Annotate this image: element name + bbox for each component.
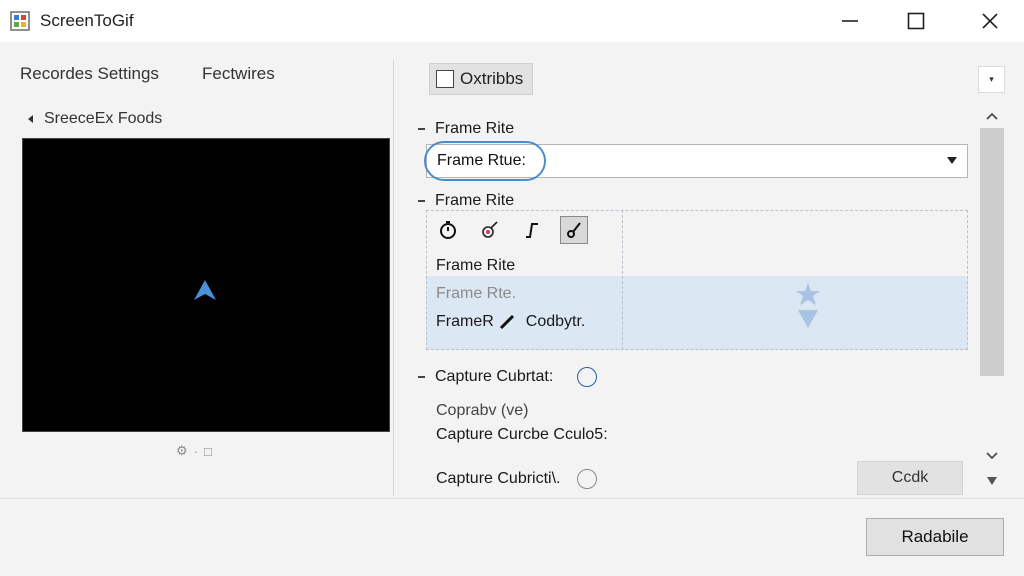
maximize-button[interactable] bbox=[884, 0, 948, 42]
breadcrumb-label: SreeceEx Foods bbox=[44, 110, 163, 127]
secondary-button[interactable]: Ccdk bbox=[857, 461, 963, 495]
app-logo-icon bbox=[10, 11, 30, 31]
triangle-down-icon bbox=[987, 477, 997, 485]
curve-icon bbox=[526, 223, 538, 238]
pencil-icon bbox=[499, 314, 514, 330]
footer-divider bbox=[0, 498, 1024, 499]
preview-toolbar: ⚙ · □ bbox=[176, 443, 212, 459]
options-dropdown-button[interactable]: ▾ bbox=[978, 66, 1005, 93]
chevron-up-icon bbox=[986, 112, 998, 120]
timer-button[interactable] bbox=[434, 216, 462, 244]
tab-recorder-settings[interactable]: Recordes Settings bbox=[20, 64, 159, 84]
color-icon bbox=[482, 221, 498, 238]
scrollbar-thumb[interactable] bbox=[980, 128, 1004, 376]
title-bar: ScreenToGif bbox=[0, 0, 1024, 42]
dropdown-arrow-icon bbox=[947, 157, 957, 164]
minimize-icon bbox=[842, 20, 858, 22]
pen-icon bbox=[567, 222, 581, 238]
options-checkbox[interactable]: Oxtribbs bbox=[429, 63, 533, 95]
section-title-text: Frame Rite bbox=[435, 192, 515, 209]
timer-icon bbox=[440, 221, 456, 239]
close-icon bbox=[982, 13, 998, 29]
capture-radio-2[interactable] bbox=[576, 469, 597, 489]
preview-frame-icon[interactable]: □ bbox=[204, 444, 212, 459]
tool-buttons bbox=[434, 216, 588, 244]
preview-separator: · bbox=[193, 443, 198, 459]
close-button[interactable] bbox=[958, 0, 1022, 42]
scroll-up-button[interactable] bbox=[984, 108, 1000, 124]
collapse-icon bbox=[418, 376, 425, 378]
pen-button[interactable] bbox=[560, 216, 588, 244]
section-title-frame-rate[interactable]: Frame Rite bbox=[418, 120, 514, 138]
maximize-icon bbox=[907, 12, 925, 30]
section-title-text: Frame Rite bbox=[435, 120, 515, 137]
capture-radio[interactable] bbox=[577, 367, 598, 387]
section-title-text: Capture Cubrtat: bbox=[435, 368, 554, 385]
option-frame-label: FrameR bbox=[436, 313, 494, 330]
option-frame-row[interactable]: FrameR Codbytr. bbox=[436, 313, 585, 331]
collapse-icon bbox=[418, 200, 425, 202]
curve-button[interactable] bbox=[518, 216, 546, 244]
minimize-button[interactable] bbox=[818, 0, 882, 42]
option-frame-rate-disabled: Frame Rte. bbox=[436, 285, 517, 302]
scroll-down-arrow[interactable] bbox=[984, 473, 1000, 489]
star-icon bbox=[796, 283, 820, 305]
tab-features[interactable]: Fectwires bbox=[202, 64, 275, 84]
capture-text-2: Capture Curcbe Cculo5: bbox=[436, 426, 608, 443]
scroll-down-button[interactable] bbox=[984, 448, 1000, 464]
window-title: ScreenToGif bbox=[40, 11, 134, 30]
cursor-icon bbox=[194, 280, 216, 300]
preview-icons bbox=[795, 282, 821, 330]
frame-rate-select[interactable]: Frame Rtue: bbox=[426, 144, 968, 178]
preview-settings-icon[interactable]: ⚙ bbox=[176, 443, 188, 459]
checkbox-label: Oxtribbs bbox=[460, 69, 524, 88]
capture-option-row[interactable]: Capture Cubricti\. bbox=[436, 469, 597, 489]
frame-rate-select-value: Frame Rtue: bbox=[437, 152, 526, 169]
capture-option-label: Capture Cubricti\. bbox=[436, 470, 561, 487]
chevron-down-icon bbox=[986, 452, 998, 460]
section-title-frame-rate-2[interactable]: Frame Rite bbox=[418, 192, 514, 210]
drop-zone-divider bbox=[622, 210, 623, 350]
breadcrumb[interactable]: SreeceEx Foods bbox=[26, 110, 162, 128]
collapse-icon bbox=[418, 128, 425, 130]
primary-button[interactable]: Radabile bbox=[866, 518, 1004, 556]
section-title-capture[interactable]: Capture Cubrtat: bbox=[418, 367, 598, 387]
option-codec-label: Codbytr. bbox=[525, 313, 586, 330]
arrow-down-icon bbox=[798, 310, 818, 328]
panel-divider bbox=[393, 60, 394, 496]
color-button[interactable] bbox=[476, 216, 504, 244]
checkbox-box bbox=[436, 70, 454, 88]
chevron-left-icon bbox=[28, 115, 33, 123]
capture-text-1: Coprabv (ve) bbox=[436, 402, 529, 419]
option-frame-rate[interactable]: Frame Rite bbox=[436, 257, 515, 275]
